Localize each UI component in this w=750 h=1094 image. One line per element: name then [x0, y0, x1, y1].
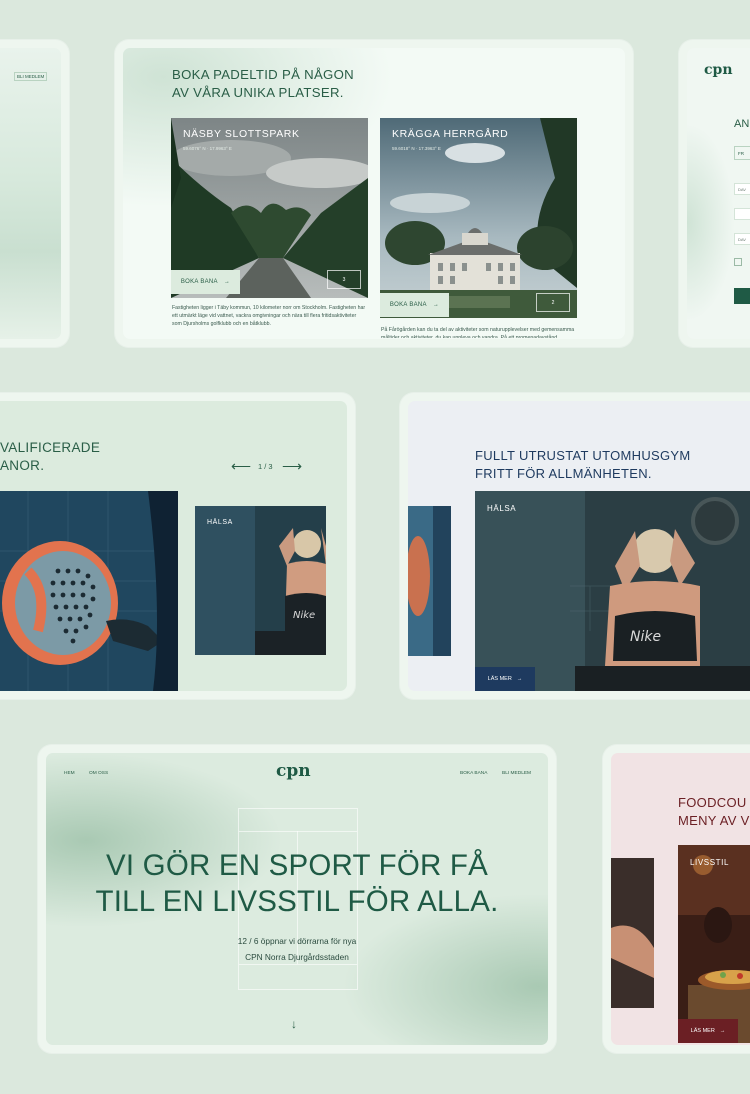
- hero-subtitle-line2: CPN Norra Djurgårdsstaden: [245, 952, 349, 962]
- gym-title-line2: FRITT FÖR ALLMÄNHETEN.: [475, 466, 652, 481]
- food-title: FOODCOU MENY AV V: [678, 794, 750, 830]
- hero-subtitle-line1: 12 / 6 öppnar vi dörrarna för nya: [237, 936, 357, 946]
- hero-headline-line2: TILL EN LIVSSTIL FÖR ALLA.: [95, 885, 499, 918]
- logo[interactable]: cpn: [704, 62, 733, 78]
- book-court-label: BOKA BANA: [180, 279, 218, 285]
- arrow-down-icon[interactable]: ↓: [291, 1017, 297, 1031]
- booking-title-line1: BOKA PADELTID PÅ NÅGON: [172, 67, 354, 82]
- health-thumbnail[interactable]: Nike HÄLSA: [195, 506, 326, 655]
- signup-heading: AN: [734, 118, 750, 130]
- location-coords: 59.6076° N · 17.9963° E: [183, 146, 232, 151]
- svg-text:Nike: Nike: [293, 610, 315, 621]
- hero-headline: VI GÖR EN SPORT FÖR FÅ TILL EN LIVSSTIL …: [46, 848, 548, 920]
- book-court-button[interactable]: BOKA BANA →: [171, 270, 240, 294]
- food-title-line1: FOODCOU: [678, 795, 747, 810]
- side-image[interactable]: [408, 506, 451, 656]
- nav-about[interactable]: OM OSS: [89, 771, 108, 776]
- qualified-card: VALIFICERADE ANOR. ⟵ 1 / 3 ⟶ Nike HÄLSA: [0, 393, 355, 699]
- food-screen: FOODCOU MENY AV V LIVSSTIL LÄS MER →: [611, 753, 750, 1045]
- signup-field[interactable]: [734, 208, 750, 220]
- left-card-screen: BLI MEDLEM: [0, 48, 61, 339]
- booking-title-line2: AV VÅRA UNIKA PLATSER.: [172, 85, 344, 100]
- qualified-title: VALIFICERADE ANOR.: [0, 439, 100, 475]
- qualified-title-line2: ANOR.: [0, 458, 45, 473]
- food-image[interactable]: LIVSSTIL LÄS MER →: [678, 845, 750, 1043]
- qualified-title-line1: VALIFICERADE: [0, 440, 101, 455]
- image-count-badge: 3: [327, 270, 361, 289]
- location-name: KRÄGGA HERRGÅRD: [392, 128, 509, 140]
- logo[interactable]: cpn: [276, 761, 311, 781]
- hero-headline-line1: VI GÖR EN SPORT FÖR FÅ: [106, 849, 488, 882]
- arrow-left-icon[interactable]: ⟵: [231, 458, 251, 475]
- nav-member-link[interactable]: BLI MEDLEM: [14, 72, 48, 81]
- location-name: NÄSBY SLOTTSPARK: [183, 128, 300, 140]
- read-more-button[interactable]: LÄS MER →: [475, 667, 535, 691]
- gym-athlete-photo: Nike: [475, 491, 750, 691]
- arrow-right-icon: →: [516, 676, 523, 682]
- arrow-right-icon: →: [223, 279, 231, 285]
- nav-home[interactable]: HEM: [64, 771, 75, 776]
- signup-field[interactable]: DAV: [734, 183, 750, 195]
- athlete-photo: Nike: [195, 506, 326, 655]
- arrow-right-icon[interactable]: ⟶: [282, 458, 302, 475]
- side-photo: [408, 506, 451, 656]
- gym-title: FULLT UTRUSTAT UTOMHUSGYM FRITT FÖR ALLM…: [475, 447, 691, 483]
- signup-screen: cpn AN FR DAV DAV: [687, 48, 750, 339]
- location-description: På Fårögården kan du ta del av aktivitet…: [381, 327, 575, 338]
- read-more-button[interactable]: LÄS MER →: [678, 1019, 738, 1043]
- home-screen: HEM OM OSS cpn BOKA BANA BLI MEDLEM VI G…: [46, 753, 548, 1045]
- food-tag: LIVSSTIL: [690, 858, 730, 867]
- gym-screen: FULLT UTRUSTAT UTOMHUSGYM FRITT FÖR ALLM…: [408, 401, 750, 691]
- read-more-label: LÄS MER: [690, 1028, 715, 1034]
- padel-image[interactable]: [0, 491, 178, 691]
- food-title-line2: MENY AV V: [678, 813, 750, 828]
- book-court-label: BOKA BANA: [389, 302, 427, 308]
- restaurant-photo: [678, 845, 750, 1043]
- arrow-right-icon: →: [719, 1028, 726, 1034]
- gym-tag: HÄLSA: [487, 504, 517, 513]
- gym-card: FULLT UTRUSTAT UTOMHUSGYM FRITT FÖR ALLM…: [400, 393, 750, 699]
- image-count-badge: 2: [536, 293, 570, 312]
- book-court-button[interactable]: BOKA BANA →: [380, 293, 449, 317]
- read-more-label: LÄS MER: [487, 676, 512, 682]
- arrow-right-icon: →: [432, 302, 440, 308]
- qualified-screen: VALIFICERADE ANOR. ⟵ 1 / 3 ⟶ Nike HÄLSA: [0, 401, 347, 691]
- gym-image[interactable]: Nike HÄLSA LÄS MER →: [475, 491, 750, 691]
- home-card: HEM OM OSS cpn BOKA BANA BLI MEDLEM VI G…: [38, 745, 556, 1053]
- location-description: Fastigheten ligger i Täby kommun, 10 kil…: [172, 305, 366, 327]
- location-card[interactable]: NÄSBY SLOTTSPARK 59.6076° N · 17.9963° E…: [171, 118, 368, 298]
- hero-subtitle: 12 / 6 öppnar vi dörrarna för nya CPN No…: [46, 933, 548, 965]
- nav-book-court[interactable]: BOKA BANA: [460, 771, 487, 776]
- thumbnail-tag: HÄLSA: [207, 519, 233, 526]
- terms-checkbox[interactable]: [734, 258, 742, 266]
- location-card[interactable]: KRÄGGA HERRGÅRD 59.6018° N · 17.3963° E …: [380, 118, 577, 318]
- location-coords: 59.6018° N · 17.3963° E: [392, 146, 441, 151]
- booking-title: BOKA PADELTID PÅ NÅGON AV VÅRA UNIKA PLA…: [172, 66, 354, 102]
- pager: 1 / 3: [258, 462, 273, 471]
- signup-card: cpn AN FR DAV DAV: [679, 40, 750, 347]
- nav-member[interactable]: BLI MEDLEM: [502, 771, 531, 776]
- padel-photo: [0, 491, 178, 691]
- side-photo: [611, 858, 654, 1008]
- signup-tab[interactable]: FR: [734, 146, 750, 160]
- submit-button[interactable]: [734, 288, 750, 304]
- gym-title-line1: FULLT UTRUSTAT UTOMHUSGYM: [475, 448, 691, 463]
- booking-card: BOKA PADELTID PÅ NÅGON AV VÅRA UNIKA PLA…: [115, 40, 633, 347]
- svg-text:Nike: Nike: [630, 629, 661, 645]
- booking-screen: BOKA PADELTID PÅ NÅGON AV VÅRA UNIKA PLA…: [123, 48, 625, 339]
- food-card: FOODCOU MENY AV V LIVSSTIL LÄS MER →: [603, 745, 750, 1053]
- side-image[interactable]: [611, 858, 654, 1008]
- signup-field[interactable]: DAV: [734, 233, 750, 245]
- left-card: BLI MEDLEM: [0, 40, 69, 347]
